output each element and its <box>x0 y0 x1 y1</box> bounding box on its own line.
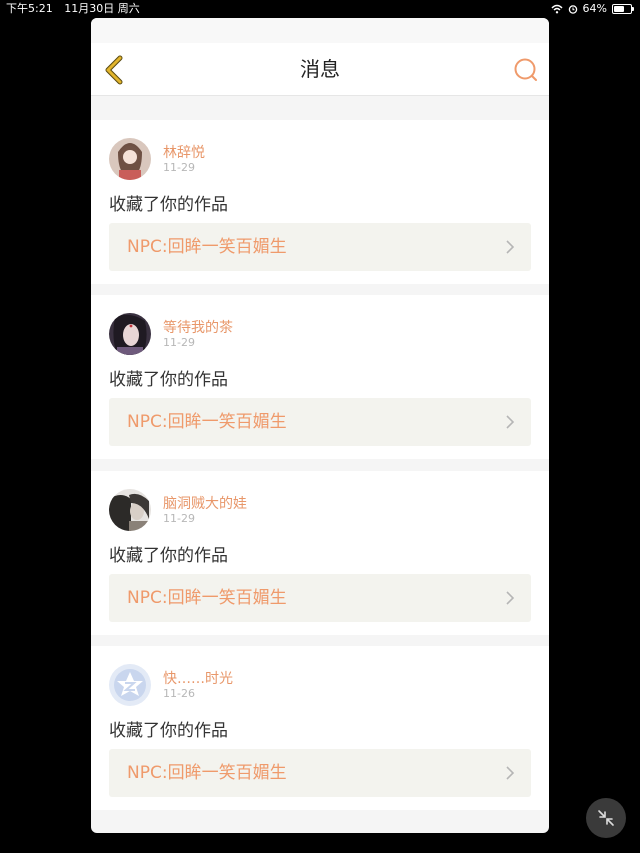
status-bar: 下午5:21 11月30日 周六 64% <box>0 0 640 18</box>
message-card: 林辞悦 11-29 收藏了你的作品 NPC:回眸一笑百媚生 <box>91 120 549 284</box>
username[interactable]: 脑洞贼大的娃 <box>163 493 247 513</box>
chevron-right-icon <box>506 591 515 605</box>
status-left: 下午5:21 11月30日 周六 <box>6 0 148 18</box>
work-title: NPC:回眸一笑百媚生 <box>127 412 287 432</box>
message-card: 脑洞贼大的娃 11-29 收藏了你的作品 NPC:回眸一笑百媚生 <box>91 471 549 635</box>
message-date: 11-29 <box>163 161 195 174</box>
work-link[interactable]: NPC:回眸一笑百媚生 <box>109 749 531 797</box>
message-action: 收藏了你的作品 <box>109 370 228 390</box>
avatar[interactable] <box>109 489 151 531</box>
alarm-icon <box>568 5 577 14</box>
message-panel: 消息 林辞悦 11-29 收藏了你的作品 NPC:回眸一笑百媚生 等待我的茶 1… <box>91 18 549 833</box>
username[interactable]: 等待我的茶 <box>163 317 233 337</box>
collapse-arrows-icon <box>598 810 614 826</box>
search-icon[interactable] <box>513 57 539 83</box>
avatar[interactable] <box>109 664 151 706</box>
work-title: NPC:回眸一笑百媚生 <box>127 763 287 783</box>
chevron-right-icon <box>506 415 515 429</box>
message-date: 11-29 <box>163 336 195 349</box>
work-link[interactable]: NPC:回眸一笑百媚生 <box>109 574 531 622</box>
message-date: 11-29 <box>163 512 195 525</box>
panel-top-strip <box>91 18 549 43</box>
status-time: 下午5:21 <box>6 2 53 15</box>
avatar[interactable] <box>109 138 151 180</box>
message-date: 11-26 <box>163 687 195 700</box>
wifi-icon <box>551 4 563 14</box>
username[interactable]: 林辞悦 <box>163 142 205 162</box>
work-title: NPC:回眸一笑百媚生 <box>127 237 287 257</box>
work-title: NPC:回眸一笑百媚生 <box>127 588 287 608</box>
avatar[interactable] <box>109 313 151 355</box>
message-action: 收藏了你的作品 <box>109 195 228 215</box>
page-title: 消息 <box>300 57 340 81</box>
work-link[interactable]: NPC:回眸一笑百媚生 <box>109 398 531 446</box>
message-action: 收藏了你的作品 <box>109 721 228 741</box>
message-card: 等待我的茶 11-29 收藏了你的作品 NPC:回眸一笑百媚生 <box>91 295 549 459</box>
chevron-right-icon <box>506 240 515 254</box>
work-link[interactable]: NPC:回眸一笑百媚生 <box>109 223 531 271</box>
status-right: 64% <box>551 0 634 18</box>
message-card: 快……时光 11-26 收藏了你的作品 NPC:回眸一笑百媚生 <box>91 646 549 810</box>
status-date: 11月30日 周六 <box>64 2 140 15</box>
battery-icon <box>612 4 634 14</box>
message-action: 收藏了你的作品 <box>109 546 228 566</box>
nav-bar: 消息 <box>91 43 549 96</box>
battery-percent: 64% <box>582 2 607 15</box>
minimize-button[interactable] <box>586 798 626 838</box>
chevron-right-icon <box>506 766 515 780</box>
username[interactable]: 快……时光 <box>163 668 233 688</box>
